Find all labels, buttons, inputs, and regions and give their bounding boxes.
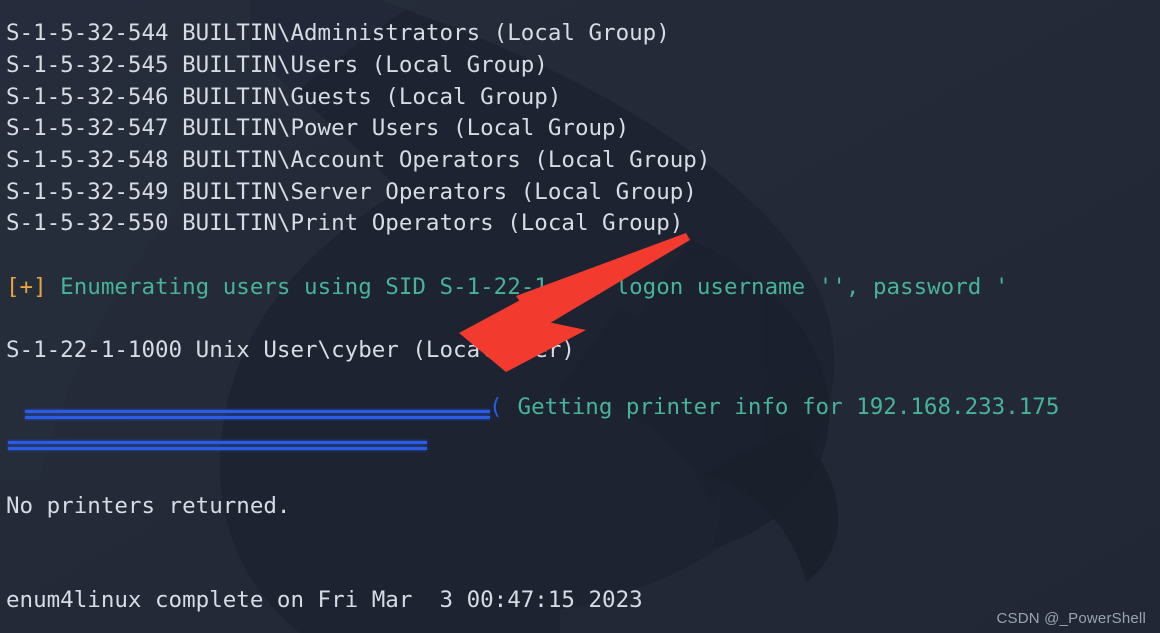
output-line-sid-549: S-1-5-32-549 BUILTIN\Server Operators (L…: [6, 179, 697, 205]
output-line-sid-544: S-1-5-32-544 BUILTIN\Administrators (Loc…: [6, 20, 670, 46]
terminal-window: S-1-5-32-544 BUILTIN\Administrators (Loc…: [0, 0, 1160, 633]
output-line-sid-547: S-1-5-32-547 BUILTIN\Power Users (Local …: [6, 115, 630, 141]
output-line-complete: enum4linux complete on Fri Mar 3 00:47:1…: [6, 587, 643, 613]
output-line-unix-user: S-1-22-1-1000 Unix User\cyber (Local Use…: [6, 337, 575, 363]
output-line-sid-546: S-1-5-32-546 BUILTIN\Guests (Local Group…: [6, 84, 562, 110]
terminal-output: S-1-5-32-544 BUILTIN\Administrators (Loc…: [0, 0, 1160, 633]
banner-rule-top: [25, 410, 490, 419]
output-line-sid-550: S-1-5-32-550 BUILTIN\Print Operators (Lo…: [6, 210, 684, 236]
output-line-sid-548: S-1-5-32-548 BUILTIN\Account Operators (…: [6, 147, 711, 173]
enumerating-users-line: [+] Enumerating users using SID S-1-22-1…: [6, 272, 1008, 303]
enumerating-users-message: Enumerating users using SID S-1-22-1 and…: [46, 274, 1009, 300]
banner-rule-bottom: [8, 441, 427, 450]
status-tag-plus: [+]: [6, 274, 47, 300]
csdn-watermark: CSDN @_PowerShell: [996, 610, 1146, 627]
output-line-sid-545: S-1-5-32-545 BUILTIN\Users (Local Group): [6, 52, 548, 78]
banner-title: Getting printer info for 192.168.233.175: [504, 394, 1060, 420]
printer-info-banner: ( Getting printer info for 192.168.233.1…: [0, 394, 1160, 450]
banner-open-paren: (: [489, 394, 503, 420]
